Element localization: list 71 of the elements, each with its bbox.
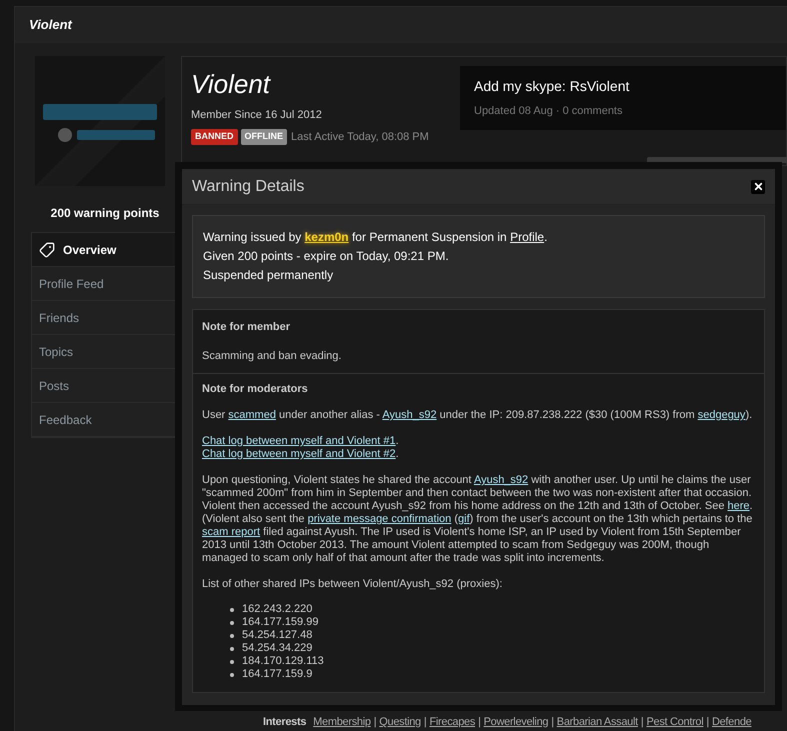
note-text: User scammed under another alias - Ayush_s92 under the IP: 209.87.238.222 ($30 (100M RS3) from sedgeguy). <box>202 409 754 422</box>
nav-tab[interactable]: Posts <box>32 369 178 403</box>
text-link[interactable]: Ayush_s92 <box>382 409 437 421</box>
ip-address: 54.254.34.229 <box>242 642 312 655</box>
status-badge: BANNED <box>191 129 238 144</box>
close-icon <box>752 181 764 192</box>
bullet-icon <box>230 620 234 624</box>
ip-address: 164.177.159.9 <box>242 668 312 681</box>
note-text: (Violent also sent the private message confirmation (gif) from the user's account on the 13th which pertains to the scam report filed against Ayush. The IP used is Violent's home ISP, an IP used by Violent from 15th September 2013 until 13th October 2013. The amount Violent attempted to scam from Sedgeguy was 200M, though managed to scam only half of that amount after the trade was split into increments. <box>202 513 754 565</box>
updated-date: Updated 08 Aug <box>474 104 553 119</box>
interest-link[interactable]: Questing <box>379 715 421 729</box>
text-link[interactable]: here <box>728 500 750 512</box>
dialog-title: Warning Details <box>192 176 304 196</box>
text-link[interactable]: Profile <box>510 230 544 244</box>
text-link[interactable]: Chat log between myself and Violent #2 <box>202 448 396 460</box>
nav-tab[interactable]: Feedback <box>32 403 178 437</box>
interest-link[interactable]: Defende <box>712 715 752 729</box>
warning-summary: Suspended permanently <box>203 267 334 284</box>
text-link[interactable]: sedgeguy <box>698 409 746 421</box>
page-title: Violent <box>29 16 72 34</box>
nav-tab[interactable]: Overview <box>32 233 178 267</box>
ip-address: 54.254.127.48 <box>242 629 312 642</box>
bullet-icon <box>230 672 234 676</box>
interest-link[interactable]: Pest Control <box>646 715 704 729</box>
separator-dot: · <box>556 104 560 119</box>
text-link[interactable]: gif <box>458 513 470 525</box>
text-link[interactable]: Ayush_s92 <box>474 474 528 486</box>
text-link[interactable]: scam report <box>202 526 260 538</box>
status-badge: OFFLINE <box>240 129 288 144</box>
section-heading: Note for moderators <box>202 383 309 396</box>
note-text: Upon questioning, Violent states he shared the account Ayush_s92 with another user. Up until he claims the user "scammed 200m" from him in September and then contact between the two was non-existent after that occasion. Violent then accessed the account Ayush_s92 from his home address on the 12th and 13th of October. See here. <box>202 474 754 513</box>
separator: | <box>424 715 426 729</box>
bullet-icon <box>230 634 234 638</box>
text-link[interactable]: scammed <box>228 409 276 421</box>
member-note: Scamming and ban evading. <box>202 348 342 364</box>
bullet-icon <box>230 646 234 650</box>
interest-link[interactable]: Firecapes <box>429 715 476 729</box>
warning-summary: Warning issued by kezm0n for Permanent Suspension in Profile. <box>203 229 548 246</box>
warning-summary: Given 200 points - expire on Today, 09:21 PM. <box>203 248 450 265</box>
nav-tab[interactable]: Friends <box>32 301 178 335</box>
username-link[interactable]: kezm0n <box>304 230 349 244</box>
separator: | <box>640 715 644 729</box>
section-heading: Note for member <box>202 320 292 335</box>
interest-link[interactable]: Powerleveling <box>484 715 548 729</box>
nav-tab[interactable]: Topics <box>32 335 178 369</box>
last-active: Last Active Today, 08:08 PM <box>291 130 429 144</box>
close-button[interactable] <box>751 180 765 194</box>
interest-link[interactable]: Membership <box>313 715 371 729</box>
note-text: Chat log between myself and Violent #2. <box>202 448 400 461</box>
tag-icon <box>39 242 55 258</box>
text-link[interactable]: Chat log between myself and Violent #1 <box>202 435 396 447</box>
comment-count: 0 comments <box>562 104 622 119</box>
interest-link[interactable]: Barbarian Assault <box>556 715 638 729</box>
note-text: List of other shared IPs between Violent/Ayush_s92 (proxies): <box>202 578 504 591</box>
separator: | <box>478 715 481 729</box>
text-link[interactable]: private message confirmation <box>308 513 452 525</box>
separator: | <box>551 715 554 729</box>
ip-address: 162.243.2.220 <box>242 603 312 616</box>
profile-name: Violent <box>191 68 272 101</box>
bullet-icon <box>230 660 234 664</box>
warning-points: 200 warning points <box>50 205 160 222</box>
nav-tab[interactable]: Profile Feed <box>32 267 178 301</box>
interests-label: Interests <box>263 715 306 729</box>
status-text: Add my skype: RsViolent <box>474 77 630 96</box>
separator: | <box>374 715 376 729</box>
bullet-icon <box>230 608 234 612</box>
note-text: Chat log between myself and Violent #1. <box>202 435 400 448</box>
member-since: Member Since 16 Jul 2012 <box>191 108 323 123</box>
ip-address: 184.170.129.113 <box>242 655 324 668</box>
separator: | <box>706 715 709 729</box>
ip-address: 164.177.159.99 <box>242 616 318 629</box>
